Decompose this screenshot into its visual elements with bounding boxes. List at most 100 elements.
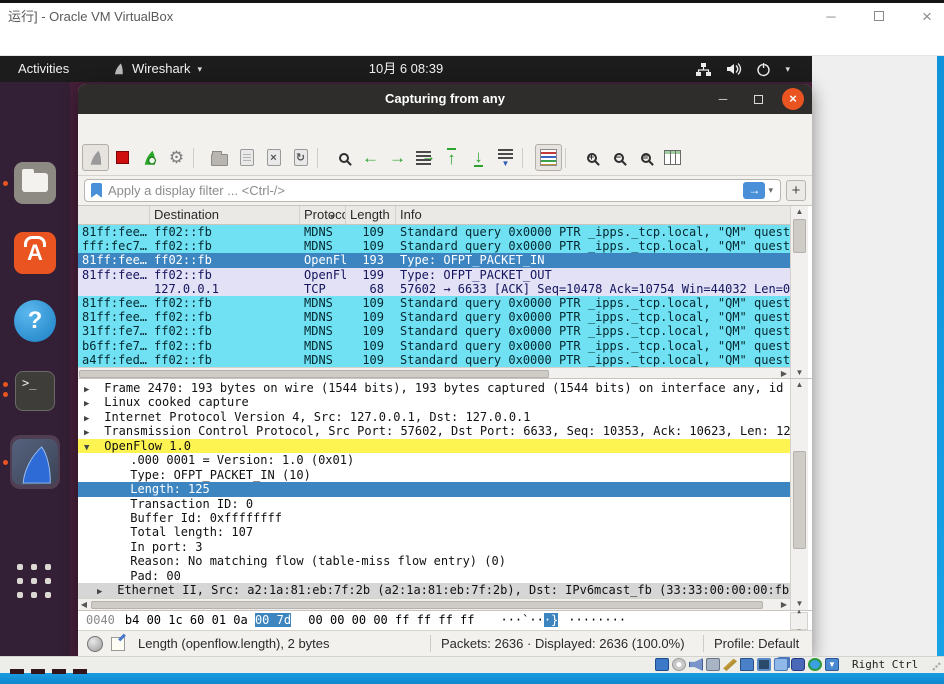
hex-scrollbar[interactable]: ▲▼ (790, 608, 808, 635)
packet-row[interactable]: fff:fec7… ff02::fb MDNS 109 Standard que… (78, 239, 790, 254)
go-last-packet-button[interactable]: ↓ (465, 144, 492, 171)
go-forward-button[interactable]: → (384, 144, 411, 171)
start-capture-button[interactable] (82, 144, 109, 171)
packet-row[interactable]: 81ff:fee… ff02::fb MDNS 109 Standard que… (78, 310, 790, 325)
packet-row[interactable]: 81ff:fee… ff02::fb OpenFl… 199 Type: OFP… (78, 267, 790, 282)
packet-row[interactable]: 127.0.0.1 TCP 68 57602 → 6633 [ACK] Seq=… (78, 281, 790, 296)
stop-capture-button[interactable] (109, 144, 136, 171)
detail-row[interactable]: Buffer Id: 0xffffffff (78, 511, 790, 525)
save-file-button[interactable] (233, 144, 260, 171)
dock-item-firefox[interactable] (10, 88, 60, 138)
go-first-packet-button[interactable]: ↑ (438, 144, 465, 171)
recording-icon[interactable] (723, 658, 737, 671)
packet-list-vscrollbar[interactable]: ▲ ▼ (790, 206, 808, 379)
dock-item-terminal[interactable]: >_ (3, 366, 60, 416)
colorize-button[interactable] (535, 144, 562, 171)
column-header-source[interactable] (78, 206, 150, 225)
resize-grip[interactable] (932, 662, 941, 671)
filter-history-dropdown[interactable]: ▾ (765, 185, 776, 196)
show-applications-button[interactable] (17, 564, 53, 600)
detail-row[interactable]: In port: 3 (78, 540, 790, 554)
packet-row[interactable]: 31ff:fe7… ff02::fb MDNS 109 Standard que… (78, 324, 790, 339)
host-maximize-button[interactable] (872, 3, 886, 30)
expander-icon[interactable]: ▶ (84, 383, 97, 395)
packet-row[interactable]: 81ff:fee… ff02::fb OpenFl… 193 Type: OFP… (78, 253, 790, 268)
dock-item-files[interactable] (3, 158, 60, 208)
packet-row[interactable]: a4ff:fed… ff02::fb MDNS 109 Standard que… (78, 352, 790, 367)
auto-scroll-button[interactable]: ▼ (492, 144, 519, 171)
resize-columns-button[interactable] (659, 144, 686, 171)
audio-icon[interactable] (689, 658, 703, 671)
detail-row[interactable]: Reason: No matching flow (table-miss flo… (78, 554, 790, 568)
network-adapter-icon[interactable] (706, 658, 720, 671)
minimize-button[interactable]: ─ (712, 88, 734, 110)
virtualbox-titlebar[interactable]: 运行] - Oracle VM VirtualBox ─ × (0, 3, 944, 30)
reload-button[interactable]: ↻ (287, 144, 314, 171)
detail-row[interactable]: Total length: 107 (78, 525, 790, 539)
dock-item-software[interactable]: A (10, 228, 60, 278)
apply-filter-button[interactable]: → (743, 182, 766, 199)
expander-icon[interactable]: ▶ (84, 412, 97, 424)
hex-dump-pane[interactable]: 0040 b4 00 1c 60 01 0a 00 7d 00 00 00 00 … (78, 608, 812, 635)
open-file-button[interactable] (206, 144, 233, 171)
zoom-out-button[interactable]: − (605, 144, 632, 171)
expander-icon[interactable]: ▶ (84, 426, 97, 438)
dock-item-help[interactable]: ? (10, 296, 60, 346)
restore-button[interactable] (747, 88, 769, 110)
column-dropdown-icon[interactable]: ▾ (330, 212, 334, 221)
wireshark-titlebar[interactable]: Capturing from any ─ × (78, 84, 812, 114)
scroll-up-arrow[interactable]: ▲ (791, 379, 808, 391)
find-packet-button[interactable] (330, 144, 357, 171)
packet-row[interactable]: 81ff:fee… ff02::fb MDNS 109 Standard que… (78, 225, 790, 240)
dock-item-wireshark[interactable] (3, 434, 60, 490)
features-icon[interactable] (808, 658, 822, 671)
detail-row[interactable]: Pad: 00 (78, 569, 790, 583)
detail-row[interactable]: ▶ Frame 2470: 193 bytes on wire (1544 bi… (78, 381, 790, 395)
scroll-up-arrow[interactable]: ▲ (791, 206, 808, 218)
display-filter-input[interactable]: Apply a display filter ... <Ctrl-/> → ▾ (84, 179, 781, 202)
detail-row[interactable]: ▶ Ethernet II, Src: a2:1a:81:eb:7f:2b (a… (78, 583, 790, 598)
restart-capture-button[interactable] (136, 144, 163, 171)
detail-row[interactable]: .000 0001 = Version: 1.0 (0x01) (78, 453, 790, 467)
packet-row[interactable]: 81ff:fee… ff02::fb MDNS 109 Standard que… (78, 295, 790, 311)
app-menu[interactable]: Wireshark ▾ (112, 56, 202, 82)
shared-folders-icon[interactable] (740, 658, 754, 671)
capture-options-button[interactable]: ⚙ (163, 144, 190, 171)
seamless-windows-icon[interactable] (774, 658, 788, 671)
zoom-reset-button[interactable]: = (632, 144, 659, 171)
zoom-in-button[interactable]: + (578, 144, 605, 171)
expander-icon[interactable]: ▶ (84, 397, 97, 409)
column-header-info[interactable]: Info (396, 206, 790, 225)
host-minimize-button[interactable]: ─ (824, 3, 838, 30)
profile-text[interactable]: Profile: Default (714, 631, 799, 656)
add-filter-button[interactable]: + (786, 180, 806, 201)
detail-row[interactable]: ▶ Internet Protocol Version 4, Src: 127.… (78, 410, 790, 424)
usb-icon[interactable] (791, 658, 805, 671)
detail-row[interactable]: ▶ Linux cooked capture (78, 395, 790, 409)
detail-row[interactable]: Transaction ID: 0 (78, 497, 790, 511)
hdd-icon[interactable] (655, 658, 669, 671)
go-to-packet-button[interactable]: → (411, 144, 438, 171)
optical-disc-icon[interactable] (672, 658, 686, 671)
detail-row[interactable]: Length: 125 (78, 482, 790, 497)
detail-row[interactable]: ▼ OpenFlow 1.0 (78, 438, 790, 454)
system-status-area[interactable]: ▾ (695, 56, 790, 82)
details-hscrollbar[interactable]: ◀ ▶ (78, 598, 790, 610)
host-close-button[interactable]: × (920, 3, 934, 30)
expander-icon[interactable]: ▼ (84, 441, 97, 453)
display-icon[interactable] (757, 658, 771, 671)
close-file-button[interactable]: × (260, 144, 287, 171)
detail-row[interactable]: Type: OFPT_PACKET_IN (10) (78, 468, 790, 482)
packet-row[interactable]: b6ff:fe7… ff02::fb MDNS 109 Standard que… (78, 338, 790, 353)
keyboard-icon[interactable]: ▼ (825, 658, 839, 671)
bookmark-icon[interactable] (91, 183, 102, 198)
go-back-button[interactable]: ← (357, 144, 384, 171)
close-button[interactable]: × (782, 88, 804, 110)
details-vscrollbar[interactable]: ▲ ▼ (790, 379, 808, 610)
column-header-destination[interactable]: Destination (150, 206, 300, 225)
column-header-protocol[interactable]: Protoco (300, 206, 346, 225)
expert-info-button[interactable] (87, 636, 103, 652)
capture-comment-icon[interactable] (111, 637, 125, 651)
expander-icon[interactable]: ▶ (97, 585, 110, 597)
column-header-length[interactable]: Length (346, 206, 396, 225)
